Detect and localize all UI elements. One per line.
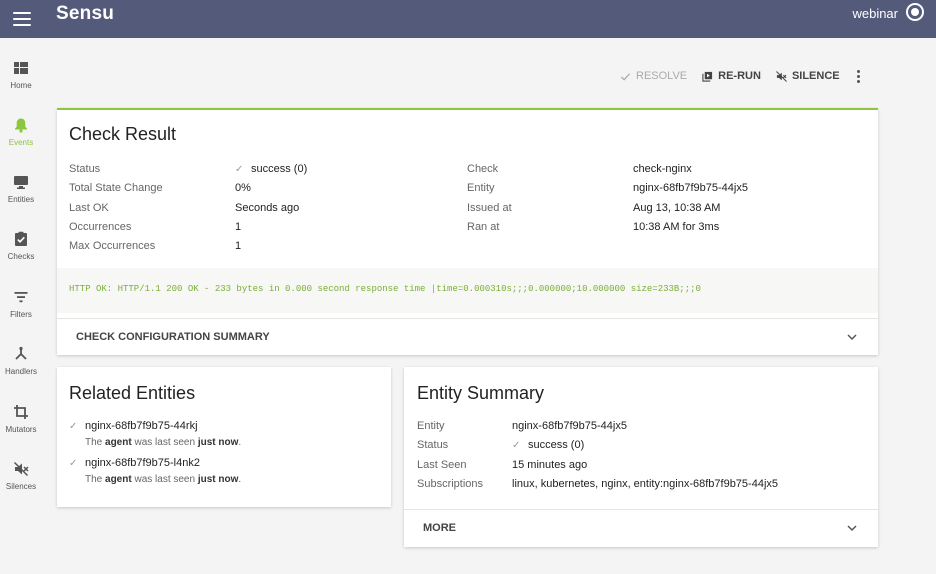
list-item: ✓ nginx-68fb7f9b75-l4nk2 The agent was la… (69, 457, 241, 485)
chevron-down-icon (847, 334, 857, 341)
rerun-button[interactable]: RE-RUN (702, 70, 761, 82)
check-icon (620, 72, 631, 81)
app-bar: Sensu webinar (0, 0, 936, 38)
entity-summary-entity-link[interactable]: nginx-68fb7f9b75-44jx5 (512, 420, 627, 432)
sidebar-item-label: Checks (7, 252, 35, 261)
sidebar-item-label: Handlers (4, 367, 37, 376)
sidebar-item-filters[interactable]: Filters (0, 289, 42, 339)
more-label: MORE (423, 522, 456, 534)
ran-at-key: Ran at (467, 221, 500, 233)
silence-label: SILENCE (791, 70, 840, 82)
related-entities-title: Related Entities (69, 383, 196, 403)
entity-summary-entity-key: Entity (417, 420, 445, 432)
list-item: ✓ nginx-68fb7f9b75-44rkj The agent was la… (69, 420, 241, 448)
sidebar-item-label: Silences (5, 482, 37, 491)
entity-summary-last-seen-key: Last Seen (417, 459, 467, 471)
mute-icon (13, 461, 29, 477)
app-logo[interactable]: Sensu (56, 3, 114, 25)
check-output: HTTP OK: HTTP/1.1 200 OK - 233 bytes in … (57, 268, 878, 313)
check-result-title: Check Result (69, 124, 177, 144)
monitor-icon (14, 176, 28, 189)
ran-at-value: 10:38 AM for 3ms (633, 221, 720, 233)
state-change-value: 0% (235, 182, 251, 194)
chevron-down-icon (847, 525, 857, 532)
crop-icon (14, 405, 28, 419)
entity-summary-subscriptions-value: linux, kubernetes, nginx, entity:nginx-6… (512, 478, 779, 490)
entity-link[interactable]: nginx-68fb7f9b75-44jx5 (633, 182, 748, 194)
fork-icon (15, 346, 27, 360)
last-ok-value: Seconds ago (235, 202, 300, 214)
more-vert-icon[interactable] (852, 68, 864, 84)
sidebar-item-mutators[interactable]: Mutators (0, 404, 42, 454)
entity-summary-subscriptions-key: Subscriptions (417, 478, 484, 490)
entity-summary-status-value: ✓ success (0) (512, 439, 585, 451)
entity-key: Entity (467, 182, 495, 194)
sidebar: Home Events Entities Checks Filters Hand… (0, 38, 42, 574)
dashboard-icon (14, 62, 28, 74)
queue-icon (702, 71, 713, 82)
related-entities-card: Related Entities ✓ nginx-68fb7f9b75-44rkj… (57, 367, 391, 507)
related-entity-link[interactable]: ✓ nginx-68fb7f9b75-44rkj (69, 420, 241, 432)
status-value: ✓ success (0) (235, 163, 308, 175)
sidebar-item-entities[interactable]: Entities (0, 174, 42, 224)
rerun-label: RE-RUN (718, 70, 761, 82)
check-link[interactable]: check-nginx (633, 163, 692, 175)
sidebar-item-label: Mutators (5, 425, 37, 434)
status-key: Status (69, 163, 101, 175)
mute-icon (776, 70, 787, 82)
sidebar-item-label: Events (8, 138, 34, 147)
max-occurrences-key: Max Occurrences (69, 240, 156, 252)
menu-icon[interactable] (10, 7, 34, 31)
related-entity-link[interactable]: ✓ nginx-68fb7f9b75-l4nk2 (69, 457, 241, 469)
user-name[interactable]: webinar (852, 6, 898, 21)
check-icon: ✓ (69, 458, 78, 469)
entity-summary-last-seen-value: 15 minutes ago (512, 459, 588, 471)
entity-summary-title: Entity Summary (417, 383, 545, 403)
bell-icon (15, 118, 27, 133)
check-key: Check (467, 163, 499, 175)
check-config-summary-expander[interactable]: CHECK CONFIGURATION SUMMARY (57, 318, 878, 356)
resolve-button[interactable]: RESOLVE (620, 70, 687, 82)
issued-at-value: Aug 13, 10:38 AM (633, 202, 721, 214)
sidebar-item-label: Filters (10, 310, 32, 319)
check-icon: ✓ (512, 440, 521, 451)
silence-button[interactable]: SILENCE (776, 70, 840, 82)
sidebar-item-label: Entities (7, 195, 35, 204)
check-icon: ✓ (235, 164, 244, 175)
entity-summary-more-expander[interactable]: MORE (404, 509, 878, 547)
state-change-key: Total State Change (69, 182, 163, 194)
sidebar-item-home[interactable]: Home (0, 60, 42, 110)
sidebar-item-handlers[interactable]: Handlers (0, 346, 42, 396)
max-occurrences-value: 1 (235, 240, 242, 252)
sidebar-item-label: Home (10, 81, 32, 90)
occurrences-key: Occurrences (69, 221, 132, 233)
occurrences-value: 1 (235, 221, 242, 233)
sidebar-item-silences[interactable]: Silences (0, 461, 42, 511)
sidebar-item-events[interactable]: Events (0, 117, 42, 167)
check-result-card: Check Result Status ✓ success (0) Total S… (57, 108, 878, 355)
entity-summary-status-key: Status (417, 439, 449, 451)
entity-summary-card: Entity Summary Entity nginx-68fb7f9b75-4… (404, 367, 878, 547)
check-icon: ✓ (69, 421, 78, 432)
clipboard-check-icon (15, 231, 27, 246)
related-entity-status: The agent was last seen just now. (85, 437, 242, 448)
filter-icon (14, 292, 28, 303)
related-entity-status: The agent was last seen just now. (85, 474, 242, 485)
resolve-label: RESOLVE (636, 70, 688, 82)
last-ok-key: Last OK (69, 202, 109, 214)
event-toolbar: RESOLVE RE-RUN SILENCE (620, 68, 855, 84)
issued-at-key: Issued at (467, 202, 512, 214)
user-menu-icon[interactable] (906, 3, 924, 21)
sidebar-item-checks[interactable]: Checks (0, 231, 42, 281)
check-config-summary-label: CHECK CONFIGURATION SUMMARY (76, 331, 270, 343)
